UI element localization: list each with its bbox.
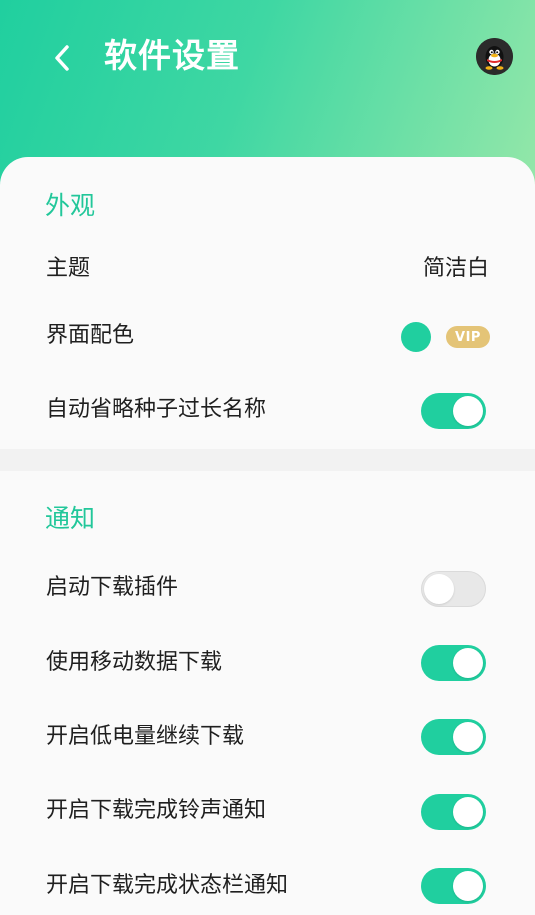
qq-penguin-icon[interactable] bbox=[476, 38, 513, 75]
truncate-name-toggle[interactable] bbox=[421, 393, 486, 429]
section-title-notification: 通知 bbox=[45, 504, 96, 533]
ringtone-notify-label: 开启下载完成铃声通知 bbox=[46, 798, 267, 823]
theme-value[interactable]: 简洁白 bbox=[423, 254, 489, 284]
statusbar-notify-label: 开启下载完成状态栏通知 bbox=[46, 873, 289, 898]
toggle-knob bbox=[424, 574, 454, 604]
low-battery-label: 开启低电量继续下载 bbox=[46, 724, 245, 749]
color-label[interactable]: 界面配色 bbox=[46, 321, 134, 351]
ringtone-notify-toggle[interactable] bbox=[421, 794, 486, 830]
truncate-name-label: 自动省略种子过长名称 bbox=[46, 397, 267, 422]
toggle-knob bbox=[453, 396, 483, 426]
low-battery-toggle[interactable] bbox=[421, 719, 486, 755]
appearance-card: 外观 主题 简洁白 界面配色 VIP 自动省略种子过长名称 bbox=[0, 157, 535, 449]
color-swatch[interactable] bbox=[401, 322, 431, 352]
theme-label[interactable]: 主题 bbox=[46, 254, 90, 284]
notification-card: 通知 启动下载插件 使用移动数据下载 开启低电量继续下载 开启下载完成铃声通知 … bbox=[0, 471, 535, 915]
vip-badge: VIP bbox=[446, 326, 490, 348]
toggle-knob bbox=[453, 871, 483, 901]
statusbar-notify-toggle[interactable] bbox=[421, 868, 486, 904]
toggle-knob bbox=[453, 797, 483, 827]
back-button[interactable] bbox=[40, 36, 84, 80]
toggle-knob bbox=[453, 722, 483, 752]
mobile-data-toggle[interactable] bbox=[421, 645, 486, 681]
chevron-left-icon bbox=[55, 45, 69, 71]
mobile-data-label: 使用移动数据下载 bbox=[46, 650, 223, 675]
section-title-appearance: 外观 bbox=[45, 191, 96, 220]
download-plugin-toggle[interactable] bbox=[421, 571, 486, 607]
page-title: 软件设置 bbox=[104, 36, 240, 75]
toggle-knob bbox=[453, 648, 483, 678]
download-plugin-label: 启动下载插件 bbox=[46, 575, 179, 600]
